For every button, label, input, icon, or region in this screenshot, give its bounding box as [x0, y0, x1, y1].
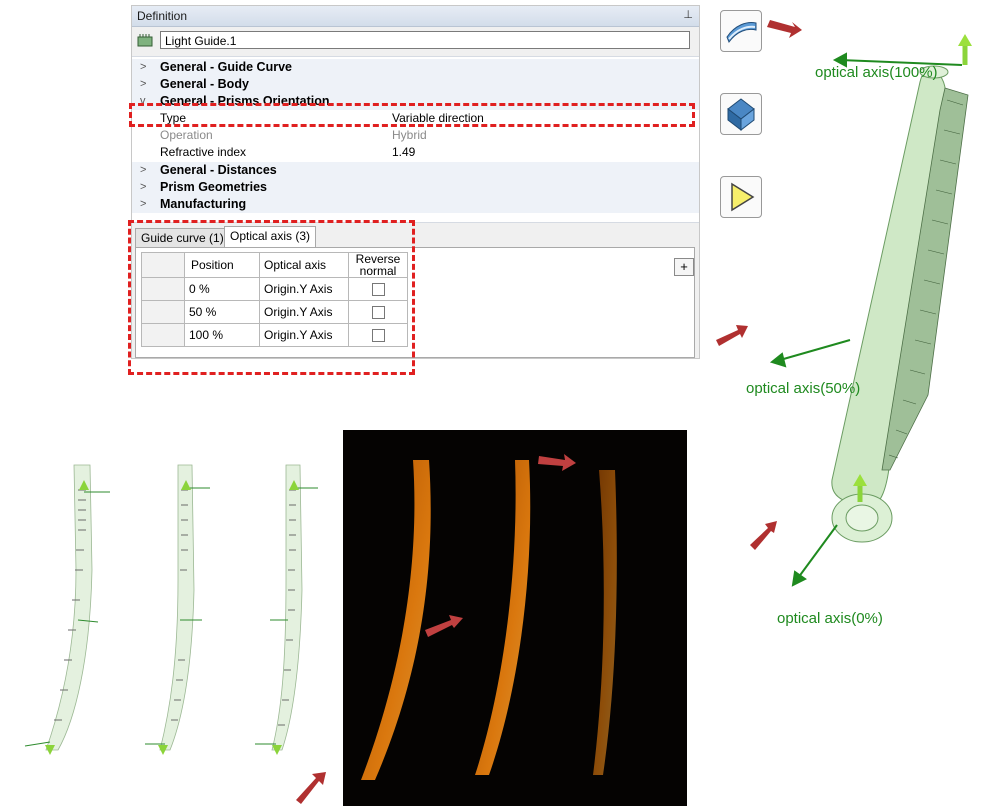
pin-icon[interactable]: ⊥: [683, 8, 693, 21]
red-arrow: [750, 521, 777, 550]
property-value[interactable]: 1.49: [392, 144, 415, 161]
red-arrow: [296, 772, 326, 804]
chevron-right-icon[interactable]: >: [140, 179, 150, 196]
optical-axis-0-label: optical axis(0%): [777, 610, 883, 627]
tube-end-hole: [845, 504, 879, 532]
group-body[interactable]: > General - Body: [132, 76, 699, 93]
property-row-refractive-index[interactable]: Refractive index 1.49: [132, 144, 699, 161]
table-highlight-box: [128, 220, 415, 375]
chevron-right-icon[interactable]: >: [140, 59, 150, 76]
name-field[interactable]: Light Guide.1: [160, 31, 690, 49]
panel-title-bar: Definition ⊥: [132, 6, 699, 27]
red-arrow: [716, 325, 748, 346]
light-guide-small-icon: [137, 34, 153, 47]
chevron-right-icon[interactable]: >: [140, 76, 150, 93]
property-value: Hybrid: [392, 128, 427, 142]
group-label: General - Distances: [160, 163, 277, 177]
light-guide-variants-view: [24, 464, 326, 804]
property-label: Operation: [160, 128, 213, 142]
name-row: Light Guide.1: [132, 30, 699, 52]
guide-variant-1: [45, 464, 93, 751]
panel-title: Definition: [137, 9, 188, 23]
optical-axis-100-label: optical axis(100%): [815, 64, 938, 81]
guide-variant-3: [271, 464, 303, 751]
chevron-right-icon[interactable]: >: [140, 196, 150, 213]
property-tree: > General - Guide Curve > General - Body…: [132, 56, 699, 223]
group-prism-geometries[interactable]: > Prism Geometries: [132, 179, 699, 196]
group-distances[interactable]: > General - Distances: [132, 162, 699, 179]
chevron-right-icon[interactable]: >: [140, 162, 150, 179]
red-arrow: [767, 20, 802, 38]
type-highlight-box: [129, 103, 695, 127]
group-guide-curve[interactable]: > General - Guide Curve: [132, 59, 699, 76]
property-label: Refractive index: [160, 145, 247, 159]
optical-axis-50-label: optical axis(50%): [746, 380, 861, 397]
property-row-operation: Operation Hybrid: [132, 127, 699, 144]
group-label: Prism Geometries: [160, 180, 267, 194]
guide-variant-2: [159, 464, 195, 751]
add-row-button[interactable]: +: [674, 258, 694, 276]
group-label: General - Body: [160, 77, 249, 91]
group-label: General - Guide Curve: [160, 60, 292, 74]
light-guide-3d-view: [716, 20, 972, 587]
simulation-render: [343, 430, 687, 806]
group-label: Manufacturing: [160, 197, 247, 211]
group-manufacturing[interactable]: > Manufacturing: [132, 196, 699, 213]
